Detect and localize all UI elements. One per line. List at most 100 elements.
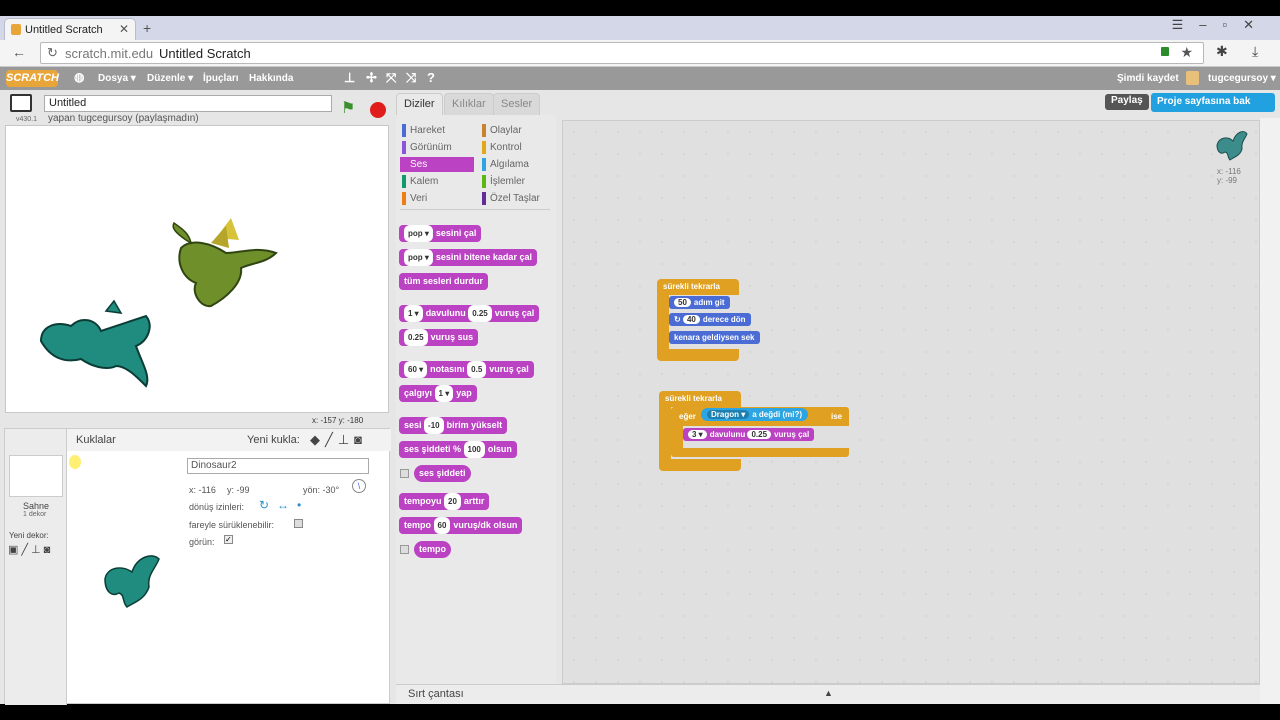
palette-block-2[interactable]: tüm sesleri durdur — [399, 273, 489, 290]
category-4[interactable]: Ses — [400, 157, 474, 172]
tab-scripts[interactable]: Diziler — [396, 93, 443, 115]
window-controls[interactable]: ☰–▫✕ — [1172, 17, 1270, 33]
sprite-name-input[interactable]: Dinosaur2 — [187, 458, 369, 474]
dragon-sprite — [172, 218, 278, 308]
block-part-1[interactable]: -10 — [424, 417, 444, 434]
block-part-0[interactable]: pop ▾ — [404, 249, 433, 266]
extension-icon[interactable]: ✱ — [1216, 43, 1228, 60]
share-button[interactable]: Paylaş — [1105, 94, 1149, 110]
stage-thumbnail[interactable] — [9, 455, 63, 497]
page-scrollbar[interactable] — [1260, 118, 1280, 704]
turn-block[interactable]: ↻ 40 derece dön — [669, 313, 751, 326]
palette-block-5[interactable]: 60 ▾ notasını 0.5 vuruş çal — [399, 361, 534, 378]
green-flag-icon[interactable]: ⚑ — [341, 98, 355, 118]
user-menu[interactable]: tugcegursoy ▾ — [1208, 73, 1276, 84]
cut-icon[interactable]: ✢ — [366, 70, 377, 86]
palette-block-1[interactable]: pop ▾ sesini bitene kadar çal — [399, 249, 537, 266]
category-1[interactable]: Olaylar — [480, 123, 554, 138]
palette-block-9[interactable]: ses şiddeti — [414, 465, 471, 482]
tab-costumes[interactable]: Kılıklar — [444, 93, 494, 115]
selected-sprite-thumbnail[interactable] — [97, 547, 167, 613]
shrink-icon[interactable]: ⤨ — [406, 70, 416, 86]
scratch-logo[interactable]: SCRATCH — [6, 70, 59, 87]
backdrop-tools[interactable]: ▣╱⊥◙ — [8, 543, 53, 556]
block-part-1[interactable]: 60 — [433, 517, 451, 534]
backpack-expand-icon[interactable]: ▲ — [824, 688, 833, 698]
new-tab-button[interactable]: + — [143, 20, 151, 36]
back-arrow-icon[interactable]: ← — [12, 44, 26, 60]
block-part-1[interactable]: 1 ▾ — [434, 385, 454, 402]
block-part-1[interactable]: 100 — [463, 441, 485, 458]
turn-degrees-input[interactable]: 40 — [682, 315, 700, 324]
palette-block-7[interactable]: sesi -10 birim yükselt — [399, 417, 508, 434]
menu-about[interactable]: Hakkında — [249, 73, 293, 84]
browser-tab[interactable]: Untitled Scratch ✕ — [4, 18, 136, 40]
block-part-0[interactable]: 1 ▾ — [404, 305, 423, 322]
duplicate-stamp-icon[interactable]: ⊥ — [344, 70, 355, 86]
project-title-input[interactable]: Untitled — [44, 95, 332, 112]
close-tab-icon[interactable]: ✕ — [119, 22, 129, 36]
block-part-2[interactable]: 0.25 — [468, 305, 492, 322]
stage-sprites — [39, 218, 278, 388]
bookmark-star-icon[interactable]: ★ — [1180, 44, 1193, 61]
palette-block-0[interactable]: pop ▾ sesini çal — [399, 225, 482, 242]
move-block[interactable]: 50 adım git — [669, 296, 730, 309]
draggable-checkbox[interactable] — [294, 519, 303, 528]
download-icon[interactable]: ⤓ — [1252, 43, 1258, 60]
see-project-page-button[interactable]: Proje sayfasına bak — [1151, 93, 1275, 112]
grow-icon[interactable]: ⤧ — [386, 70, 396, 86]
category-swatch — [482, 175, 486, 188]
save-now-link[interactable]: Şimdi kaydet — [1117, 73, 1179, 84]
category-3[interactable]: Kontrol — [480, 140, 554, 155]
scripts-area[interactable]: x: -116 y: -99 sürekli tekrarla 50 adım g… — [562, 120, 1261, 702]
menu-file[interactable]: Dosya ▾ — [98, 73, 136, 84]
globe-icon[interactable]: ◍ — [74, 70, 84, 84]
drum-beats-script[interactable]: 0.25 — [747, 430, 772, 439]
block-part-2[interactable]: 0.5 — [467, 361, 487, 378]
block-part-0[interactable]: 0.25 — [404, 329, 428, 346]
category-8[interactable]: Veri — [400, 191, 474, 206]
show-checkbox[interactable]: ✓ — [224, 535, 233, 544]
backpack-bar[interactable]: Sırt çantası ▲ — [396, 684, 1260, 704]
stage-size-icon[interactable] — [10, 94, 32, 112]
reload-icon[interactable]: ↻ — [47, 45, 58, 61]
touching-block[interactable]: Dragon ▾ a değdi (mi?) — [701, 408, 809, 421]
category-5[interactable]: Algılama — [480, 157, 554, 172]
tab-sounds[interactable]: Sesler — [493, 93, 541, 115]
category-7[interactable]: İşlemler — [480, 174, 554, 189]
bounce-block[interactable]: kenara geldiysen sek — [669, 331, 760, 344]
palette-block-4[interactable]: 0.25 vuruş sus — [399, 329, 479, 346]
category-6[interactable]: Kalem — [400, 174, 474, 189]
direction-dial-icon[interactable]: \ — [352, 479, 366, 493]
menu-tips[interactable]: İpuçları — [203, 73, 239, 84]
user-avatar-icon[interactable] — [1186, 71, 1199, 85]
touching-target-dropdown[interactable]: Dragon ▾ — [707, 410, 750, 419]
block-part-1: vuruş sus — [430, 332, 474, 342]
palette-block-6[interactable]: çalgıyı 1 ▾ yap — [399, 385, 477, 402]
block-part-2: olsun — [487, 444, 512, 454]
rotation-style-options[interactable]: ↻↔• — [259, 498, 309, 512]
stop-sign-icon[interactable] — [370, 102, 386, 118]
block-part-1[interactable]: 20 — [444, 493, 461, 510]
palette-block-3[interactable]: 1 ▾ davulunu 0.25 vuruş çal — [399, 305, 540, 322]
block-part-0[interactable]: 60 ▾ — [404, 361, 428, 378]
palette-block-10[interactable]: tempoyu 20 arttır — [399, 493, 490, 510]
move-steps-input[interactable]: 50 — [674, 298, 691, 307]
drum-input-script[interactable]: 3 ▾ — [688, 430, 707, 439]
palette-block-8[interactable]: ses şiddeti % 100 olsun — [399, 441, 517, 458]
reporter-checkbox[interactable] — [400, 545, 409, 554]
palette-block-11[interactable]: tempo 60 vuruş/dk olsun — [399, 517, 523, 534]
help-icon[interactable]: ? — [427, 70, 435, 85]
palette-block-12[interactable]: tempo — [414, 541, 451, 558]
menu-edit[interactable]: Düzenle ▾ — [147, 73, 193, 84]
reporter-checkbox[interactable] — [400, 469, 409, 478]
url-field[interactable]: ↻ scratch.mit.edu Untitled Scratch ★ — [40, 42, 1204, 64]
stage-canvas[interactable] — [5, 125, 389, 413]
category-9[interactable]: Özel Taşlar — [480, 191, 554, 206]
category-2[interactable]: Görünüm — [400, 140, 474, 155]
block-part-0[interactable]: pop ▾ — [404, 225, 433, 242]
category-0[interactable]: Hareket — [400, 123, 474, 138]
new-backdrop-label: Yeni dekor: — [9, 531, 49, 540]
drum-block-script[interactable]: 3 ▾ davulunu 0.25 vuruş çal — [683, 428, 815, 441]
new-sprite-tools[interactable]: ◆╱⊥◙ — [310, 432, 367, 448]
